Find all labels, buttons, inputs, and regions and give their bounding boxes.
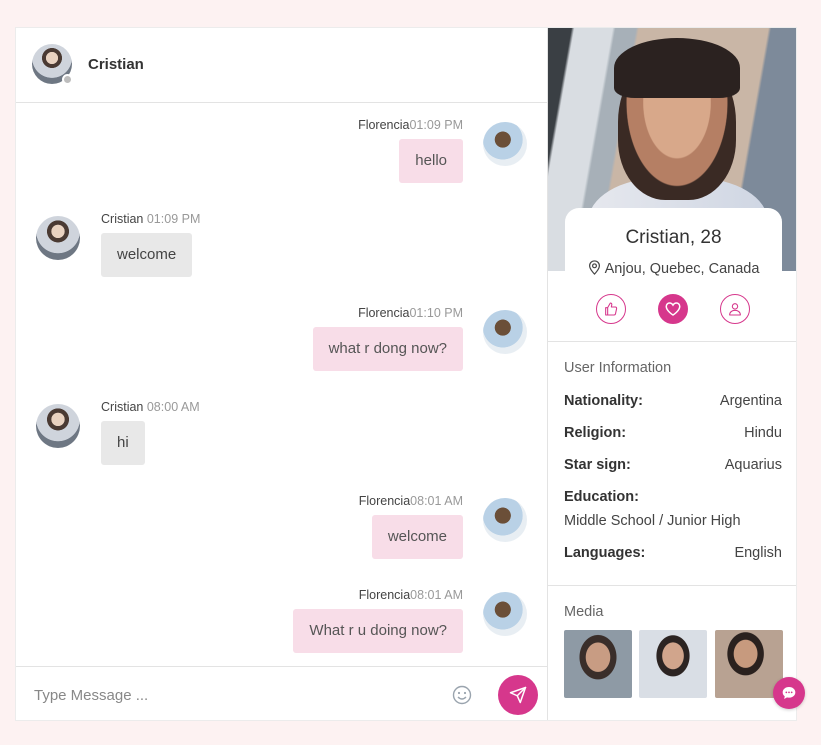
message-time: 08:01 AM (410, 494, 463, 508)
info-label: Religion: (564, 425, 627, 441)
chat-bubble-icon (782, 687, 796, 699)
media-thumbnail[interactable] (564, 630, 632, 698)
message-meta: Florencia01:09 PM (358, 118, 463, 132)
sender-avatar (483, 592, 527, 636)
profile-name: Cristian, 28 (625, 227, 722, 248)
message-time: 08:00 AM (146, 400, 200, 414)
message-bubble: welcome (101, 233, 193, 277)
profile-location: Anjou, Quebec, Canada (548, 260, 796, 277)
message-sender: Florencia (358, 494, 411, 508)
sender-avatar (36, 404, 80, 448)
like-button[interactable] (596, 294, 626, 324)
send-icon (509, 686, 527, 704)
info-value: English (734, 545, 782, 561)
status-dot (62, 74, 73, 85)
message-meta: Cristian 08:00 AM (101, 400, 200, 414)
profile-panel: Cristian, 28 Anjou, Quebec, Canada User … (547, 28, 796, 720)
message-meta: Florencia08:01 AM (359, 588, 463, 602)
info-label: Languages: (564, 545, 646, 561)
info-label: Star sign: (564, 457, 631, 473)
chat-bubble-button[interactable] (773, 677, 805, 709)
info-education: Education: Middle School / Junior High (564, 489, 782, 537)
message-time: 08:01 AM (410, 588, 463, 602)
sender-avatar (36, 216, 80, 260)
sender-avatar (483, 310, 527, 354)
media-thumbnail[interactable] (639, 630, 707, 698)
message-sender: Cristian (101, 212, 144, 226)
chat-header: Cristian (16, 28, 548, 103)
message-meta: Florencia01:10 PM (358, 306, 463, 320)
emoji-icon[interactable] (452, 685, 472, 705)
info-label: Nationality: (564, 393, 643, 409)
media-title: Media (564, 604, 604, 620)
sender-avatar (483, 122, 527, 166)
message-sender: Florencia (358, 306, 410, 320)
message-meta: Florencia08:01 AM (359, 494, 463, 508)
info-value: Argentina (719, 393, 782, 409)
message-sender: Florencia (358, 118, 410, 132)
heart-icon (665, 302, 681, 316)
message-time: 01:09 PM (146, 212, 201, 226)
message-bubble: What r u doing now? (293, 609, 463, 653)
message-sender: Florencia (358, 588, 411, 602)
info-label: Education: (564, 489, 639, 505)
message-input[interactable] (34, 683, 434, 707)
message-list: Florencia01:09 PM hello Cristian 01:09 P… (16, 104, 548, 666)
chat-panel: Cristian Florencia01:09 PM hello Cristia… (16, 28, 548, 720)
divider (548, 341, 796, 342)
message-bubble: welcome (371, 515, 463, 559)
contact-name[interactable]: Cristian (88, 56, 144, 73)
thumbs-up-icon (605, 302, 618, 316)
info-value: Aquarius (724, 457, 782, 473)
favorite-button[interactable] (658, 294, 688, 324)
message-time: 01:09 PM (409, 118, 463, 132)
profile-actions (548, 294, 796, 342)
user-icon (729, 303, 741, 316)
message-time: 01:10 PM (409, 306, 463, 320)
profile-button[interactable] (720, 294, 750, 324)
send-button[interactable] (498, 675, 538, 715)
message-composer (16, 666, 548, 720)
sender-avatar (483, 498, 527, 542)
message-bubble: what r dong now? (312, 327, 463, 371)
info-value: Hindu (744, 425, 782, 441)
chat-window: Cristian Florencia01:09 PM hello Cristia… (15, 27, 797, 721)
info-value: Middle School / Junior High (564, 513, 741, 529)
divider (548, 585, 796, 586)
message-sender: Cristian (101, 400, 144, 414)
message-meta: Cristian 01:09 PM (101, 212, 200, 226)
message-bubble: hi (101, 421, 145, 465)
location-text: Anjou, Quebec, Canada (604, 261, 760, 277)
user-info-title: User Information (564, 360, 672, 376)
location-pin-icon (588, 260, 600, 275)
message-bubble: hello (399, 139, 463, 183)
